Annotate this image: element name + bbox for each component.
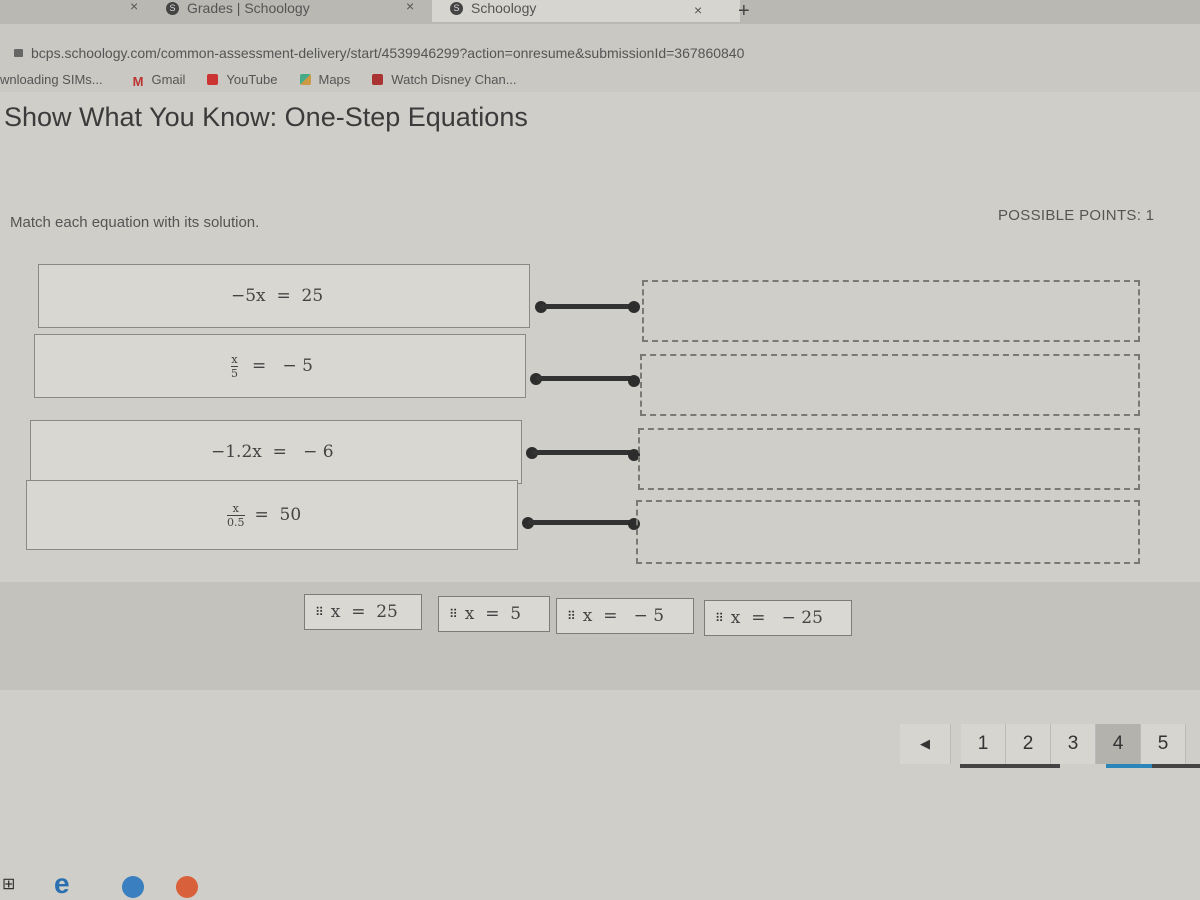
answer-drop-zone[interactable]: [638, 428, 1140, 490]
fraction-numerator: x: [232, 501, 239, 515]
youtube-icon: [207, 73, 219, 85]
bookmarks-bar: wnloading SIMs... M Gmail YouTube Maps W…: [0, 68, 539, 90]
disney-icon: [372, 73, 384, 85]
possible-points: POSSIBLE POINTS: 1: [998, 207, 1155, 224]
page-button-1[interactable]: 1: [961, 724, 1006, 764]
connector-line: [528, 520, 632, 525]
address-bar[interactable]: bcps.schoology.com/common-assessment-del…: [0, 40, 1200, 66]
page-title: Show What You Know: One-Step Equations: [4, 102, 528, 132]
equation-item[interactable]: x 0.5 = 50: [26, 480, 518, 550]
browser-icon[interactable]: [122, 876, 144, 898]
page-button-2[interactable]: 2: [1006, 724, 1051, 764]
schoology-icon: S: [166, 1, 179, 15]
equation-item[interactable]: −5x = 25: [38, 264, 530, 328]
bookmark-label: Gmail: [151, 71, 186, 87]
equation-item[interactable]: −1.2x = − 6: [30, 420, 522, 484]
bookmark-disney[interactable]: Watch Disney Chan...: [372, 71, 517, 87]
bookmark-label: YouTube: [226, 71, 278, 87]
equation-rhs: = − 5: [252, 356, 313, 376]
close-icon[interactable]: ×: [406, 0, 414, 14]
equation-text: −5x = 25: [231, 286, 324, 306]
answered-indicator: [1152, 764, 1200, 768]
page-number: 1: [977, 733, 989, 754]
tab-schoology[interactable]: S Schoology ×: [432, 0, 740, 22]
connector-line: [540, 304, 632, 309]
answer-chip[interactable]: ⠿ x = − 25: [704, 600, 852, 636]
answer-drop-zone[interactable]: [640, 354, 1140, 416]
task-view-icon[interactable]: ⊞: [2, 874, 15, 894]
schoology-icon: S: [450, 1, 463, 15]
page-number: 3: [1067, 733, 1079, 754]
tab-bar: × S Grades | Schoology × S Schoology × +: [0, 0, 1200, 24]
edge-icon[interactable]: e: [54, 868, 70, 900]
bookmark-label: Watch Disney Chan...: [391, 71, 517, 87]
drag-handle-icon[interactable]: ⠿: [715, 611, 724, 625]
answer-label: x = 5: [464, 604, 522, 624]
fraction-numerator: x: [231, 352, 238, 366]
equation-text: x 0.5 = 50: [227, 502, 301, 529]
connector-end-dot: [628, 301, 640, 313]
page-button-3[interactable]: 3: [1051, 724, 1096, 764]
previous-question-button[interactable]: ◀: [900, 724, 951, 764]
gmail-icon: M: [132, 73, 144, 89]
bookmark-youtube[interactable]: YouTube: [207, 71, 278, 87]
close-icon[interactable]: ×: [694, 2, 702, 18]
fraction-denominator: 0.5: [227, 514, 245, 529]
tab-label: Grades | Schoology: [187, 0, 310, 16]
answer-drop-zone[interactable]: [642, 280, 1140, 342]
assessment-page: Show What You Know: One-Step Equations M…: [0, 92, 1200, 900]
drag-handle-icon[interactable]: ⠿: [315, 605, 324, 619]
fraction-denominator: 5: [231, 365, 238, 380]
question-instructions: Match each equation with its solution.: [10, 214, 260, 231]
answer-chip[interactable]: ⠿ x = − 5: [556, 598, 694, 634]
connector-end-dot: [628, 375, 640, 387]
answer-chip[interactable]: ⠿ x = 5: [438, 596, 550, 632]
connector-line: [532, 450, 632, 455]
answer-drop-zone[interactable]: [636, 500, 1140, 564]
page-number: 2: [1022, 733, 1034, 754]
equation-text: −1.2x = − 6: [211, 442, 334, 462]
new-tab-button[interactable]: +: [738, 0, 750, 23]
equation-rhs: = 50: [254, 505, 302, 525]
answered-indicator: [960, 764, 1060, 768]
bookmark-sims[interactable]: wnloading SIMs...: [0, 72, 103, 87]
tab-label: Schoology: [471, 0, 537, 16]
taskbar: ⊞ e: [0, 868, 1200, 900]
bookmark-gmail[interactable]: M Gmail: [132, 71, 186, 89]
page-number: 5: [1157, 733, 1169, 754]
page-button-5[interactable]: 5: [1141, 724, 1186, 764]
equation-text: x 5 = − 5: [231, 353, 313, 380]
lock-icon: [14, 49, 23, 57]
drag-handle-icon[interactable]: ⠿: [449, 607, 458, 621]
url-text[interactable]: bcps.schoology.com/common-assessment-del…: [31, 45, 744, 61]
answer-label: x = − 25: [730, 608, 823, 628]
bookmark-label: wnloading SIMs...: [0, 71, 103, 87]
drag-handle-icon[interactable]: ⠿: [567, 609, 576, 623]
current-question-indicator: [1106, 764, 1152, 768]
chrome-icon[interactable]: [176, 876, 198, 898]
chevron-left-icon: ◀: [920, 736, 930, 751]
page-button-4[interactable]: 4: [1096, 724, 1141, 764]
answer-bank: ⠿ x = 25 ⠿ x = 5 ⠿ x = − 5 ⠿ x = − 25: [0, 582, 1200, 690]
connector-line: [536, 376, 632, 381]
equation-item[interactable]: x 5 = − 5: [34, 334, 526, 398]
page-number: 4: [1112, 733, 1124, 754]
maps-icon: [299, 73, 311, 85]
tab-grades[interactable]: × S Grades | Schoology ×: [120, 0, 420, 22]
question-pagination: ◀ 1 2 3 4 5: [900, 724, 1186, 764]
close-icon[interactable]: ×: [130, 0, 138, 14]
answer-label: x = 25: [330, 602, 398, 622]
bookmark-maps[interactable]: Maps: [299, 71, 351, 87]
answer-label: x = − 5: [582, 606, 665, 626]
bookmark-label: Maps: [318, 71, 351, 87]
answer-chip[interactable]: ⠿ x = 25: [304, 594, 422, 630]
